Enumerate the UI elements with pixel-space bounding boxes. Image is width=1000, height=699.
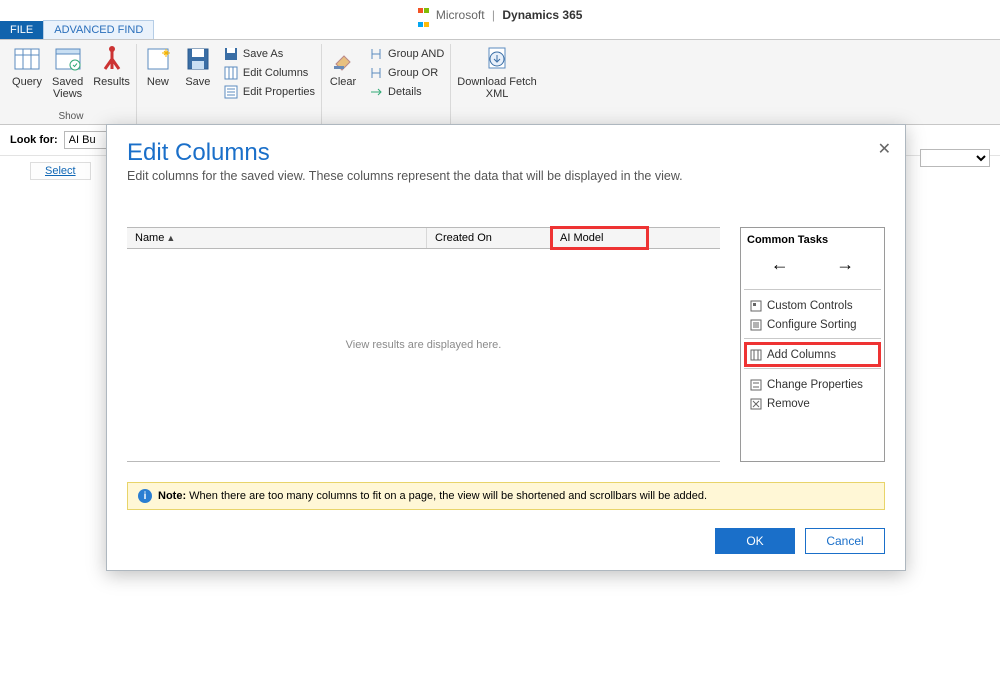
saved-views-button[interactable]: Saved Views: [52, 44, 83, 100]
cancel-button[interactable]: Cancel: [805, 528, 885, 554]
query-label: Query: [12, 76, 42, 88]
edit-columns-button[interactable]: Edit Columns: [223, 65, 315, 81]
app-header: Microsoft | Dynamics 365: [0, 0, 1000, 20]
lookfor-label: Look for:: [10, 134, 58, 146]
lookfor-trailing-select[interactable]: [920, 149, 990, 167]
group-or-icon: [368, 65, 384, 81]
results-label: Results: [93, 76, 130, 88]
ribbon-group-query: Clear Group AND Group OR Details: [322, 44, 451, 124]
select-link[interactable]: Select: [30, 162, 91, 180]
tasks-divider-3: [744, 368, 881, 369]
tab-advanced-find[interactable]: ADVANCED FIND: [43, 20, 154, 39]
change-properties-icon: [749, 378, 762, 391]
info-icon: i: [138, 489, 152, 503]
task-add-columns[interactable]: Add Columns: [747, 345, 878, 364]
clear-icon: [328, 44, 358, 74]
ribbon-group-show: Query Saved Views Results Show: [6, 44, 137, 124]
note-bar: i Note: When there are too many columns …: [127, 482, 885, 510]
task-configure-sorting[interactable]: Configure Sorting: [747, 315, 878, 334]
ribbon-group-file: New Save Save As Edit Columns Edit Prope…: [137, 44, 322, 124]
column-header-row: Name▲ Created On AI Model: [127, 227, 720, 249]
group-and-label: Group AND: [388, 48, 444, 60]
details-button[interactable]: Details: [368, 84, 444, 100]
column-header-name[interactable]: Name▲: [127, 228, 427, 248]
brand-separator: |: [492, 8, 495, 22]
task-change-properties[interactable]: Change Properties: [747, 375, 878, 394]
custom-controls-icon: [749, 299, 762, 312]
column-header-ai-model[interactable]: AI Model: [552, 228, 647, 248]
new-label: New: [147, 76, 169, 88]
remove-icon: [749, 397, 762, 410]
ribbon-group-show-label: Show: [58, 111, 83, 124]
microsoft-logo-icon: [418, 2, 429, 30]
tab-row: FILE ADVANCED FIND: [0, 20, 1000, 40]
group-or-label: Group OR: [388, 67, 438, 79]
brand-left: Microsoft: [436, 8, 485, 22]
dialog-title: Edit Columns: [127, 139, 885, 167]
save-as-icon: [223, 46, 239, 62]
group-and-icon: [368, 46, 384, 62]
sort-asc-icon: ▲: [166, 233, 175, 243]
note-text: When there are too many columns to fit o…: [189, 490, 707, 502]
dialog-subtitle: Edit columns for the saved view. These c…: [127, 169, 885, 183]
results-button[interactable]: Results: [93, 44, 130, 88]
new-icon: [143, 44, 173, 74]
task-custom-controls[interactable]: Custom Controls: [747, 296, 878, 315]
new-button[interactable]: New: [143, 44, 173, 88]
results-icon: [97, 44, 127, 74]
edit-columns-label: Edit Columns: [243, 67, 308, 79]
saved-views-icon: [53, 44, 83, 74]
tasks-divider-2: [744, 338, 881, 339]
move-right-button[interactable]: →: [836, 254, 854, 275]
query-button[interactable]: Query: [12, 44, 42, 88]
tab-file[interactable]: FILE: [0, 21, 43, 39]
details-icon: [368, 84, 384, 100]
common-tasks-panel: Common Tasks ← → Custom Controls Configu…: [740, 227, 885, 462]
add-columns-icon: [749, 348, 762, 361]
note-label: Note:: [158, 490, 186, 502]
save-label: Save: [185, 76, 210, 88]
ribbon: Query Saved Views Results Show New Save: [0, 40, 1000, 125]
edit-properties-label: Edit Properties: [243, 86, 315, 98]
query-icon: [12, 44, 42, 74]
move-left-button[interactable]: ←: [771, 254, 789, 275]
edit-properties-button[interactable]: Edit Properties: [223, 84, 315, 100]
details-label: Details: [388, 86, 422, 98]
task-remove[interactable]: Remove: [747, 394, 878, 413]
tasks-divider: [744, 289, 881, 290]
ribbon-group-download: Download Fetch XML: [451, 44, 543, 124]
clear-button[interactable]: Clear: [328, 44, 358, 88]
download-icon: [482, 44, 512, 74]
configure-sorting-icon: [749, 318, 762, 331]
save-as-label: Save As: [243, 48, 283, 60]
ok-button[interactable]: OK: [715, 528, 795, 554]
save-button[interactable]: Save: [183, 44, 213, 88]
download-fetch-xml-button[interactable]: Download Fetch XML: [457, 44, 537, 100]
columns-divider: [127, 461, 720, 462]
save-icon: [183, 44, 213, 74]
edit-columns-icon: [223, 65, 239, 81]
group-or-button[interactable]: Group OR: [368, 65, 444, 81]
close-button[interactable]: ✕: [878, 139, 891, 159]
column-header-spacer: [647, 228, 720, 248]
common-tasks-title: Common Tasks: [747, 234, 878, 246]
edit-columns-dialog: ✕ Edit Columns Edit columns for the save…: [106, 124, 906, 571]
clear-label: Clear: [330, 76, 356, 88]
results-placeholder: View results are displayed here.: [127, 249, 720, 451]
saved-views-label: Saved Views: [52, 76, 83, 100]
save-as-button[interactable]: Save As: [223, 46, 315, 62]
brand-right: Dynamics 365: [502, 8, 582, 22]
edit-properties-icon: [223, 84, 239, 100]
column-header-created-on[interactable]: Created On: [427, 228, 552, 248]
download-fetch-xml-label: Download Fetch XML: [457, 76, 537, 100]
group-and-button[interactable]: Group AND: [368, 46, 444, 62]
